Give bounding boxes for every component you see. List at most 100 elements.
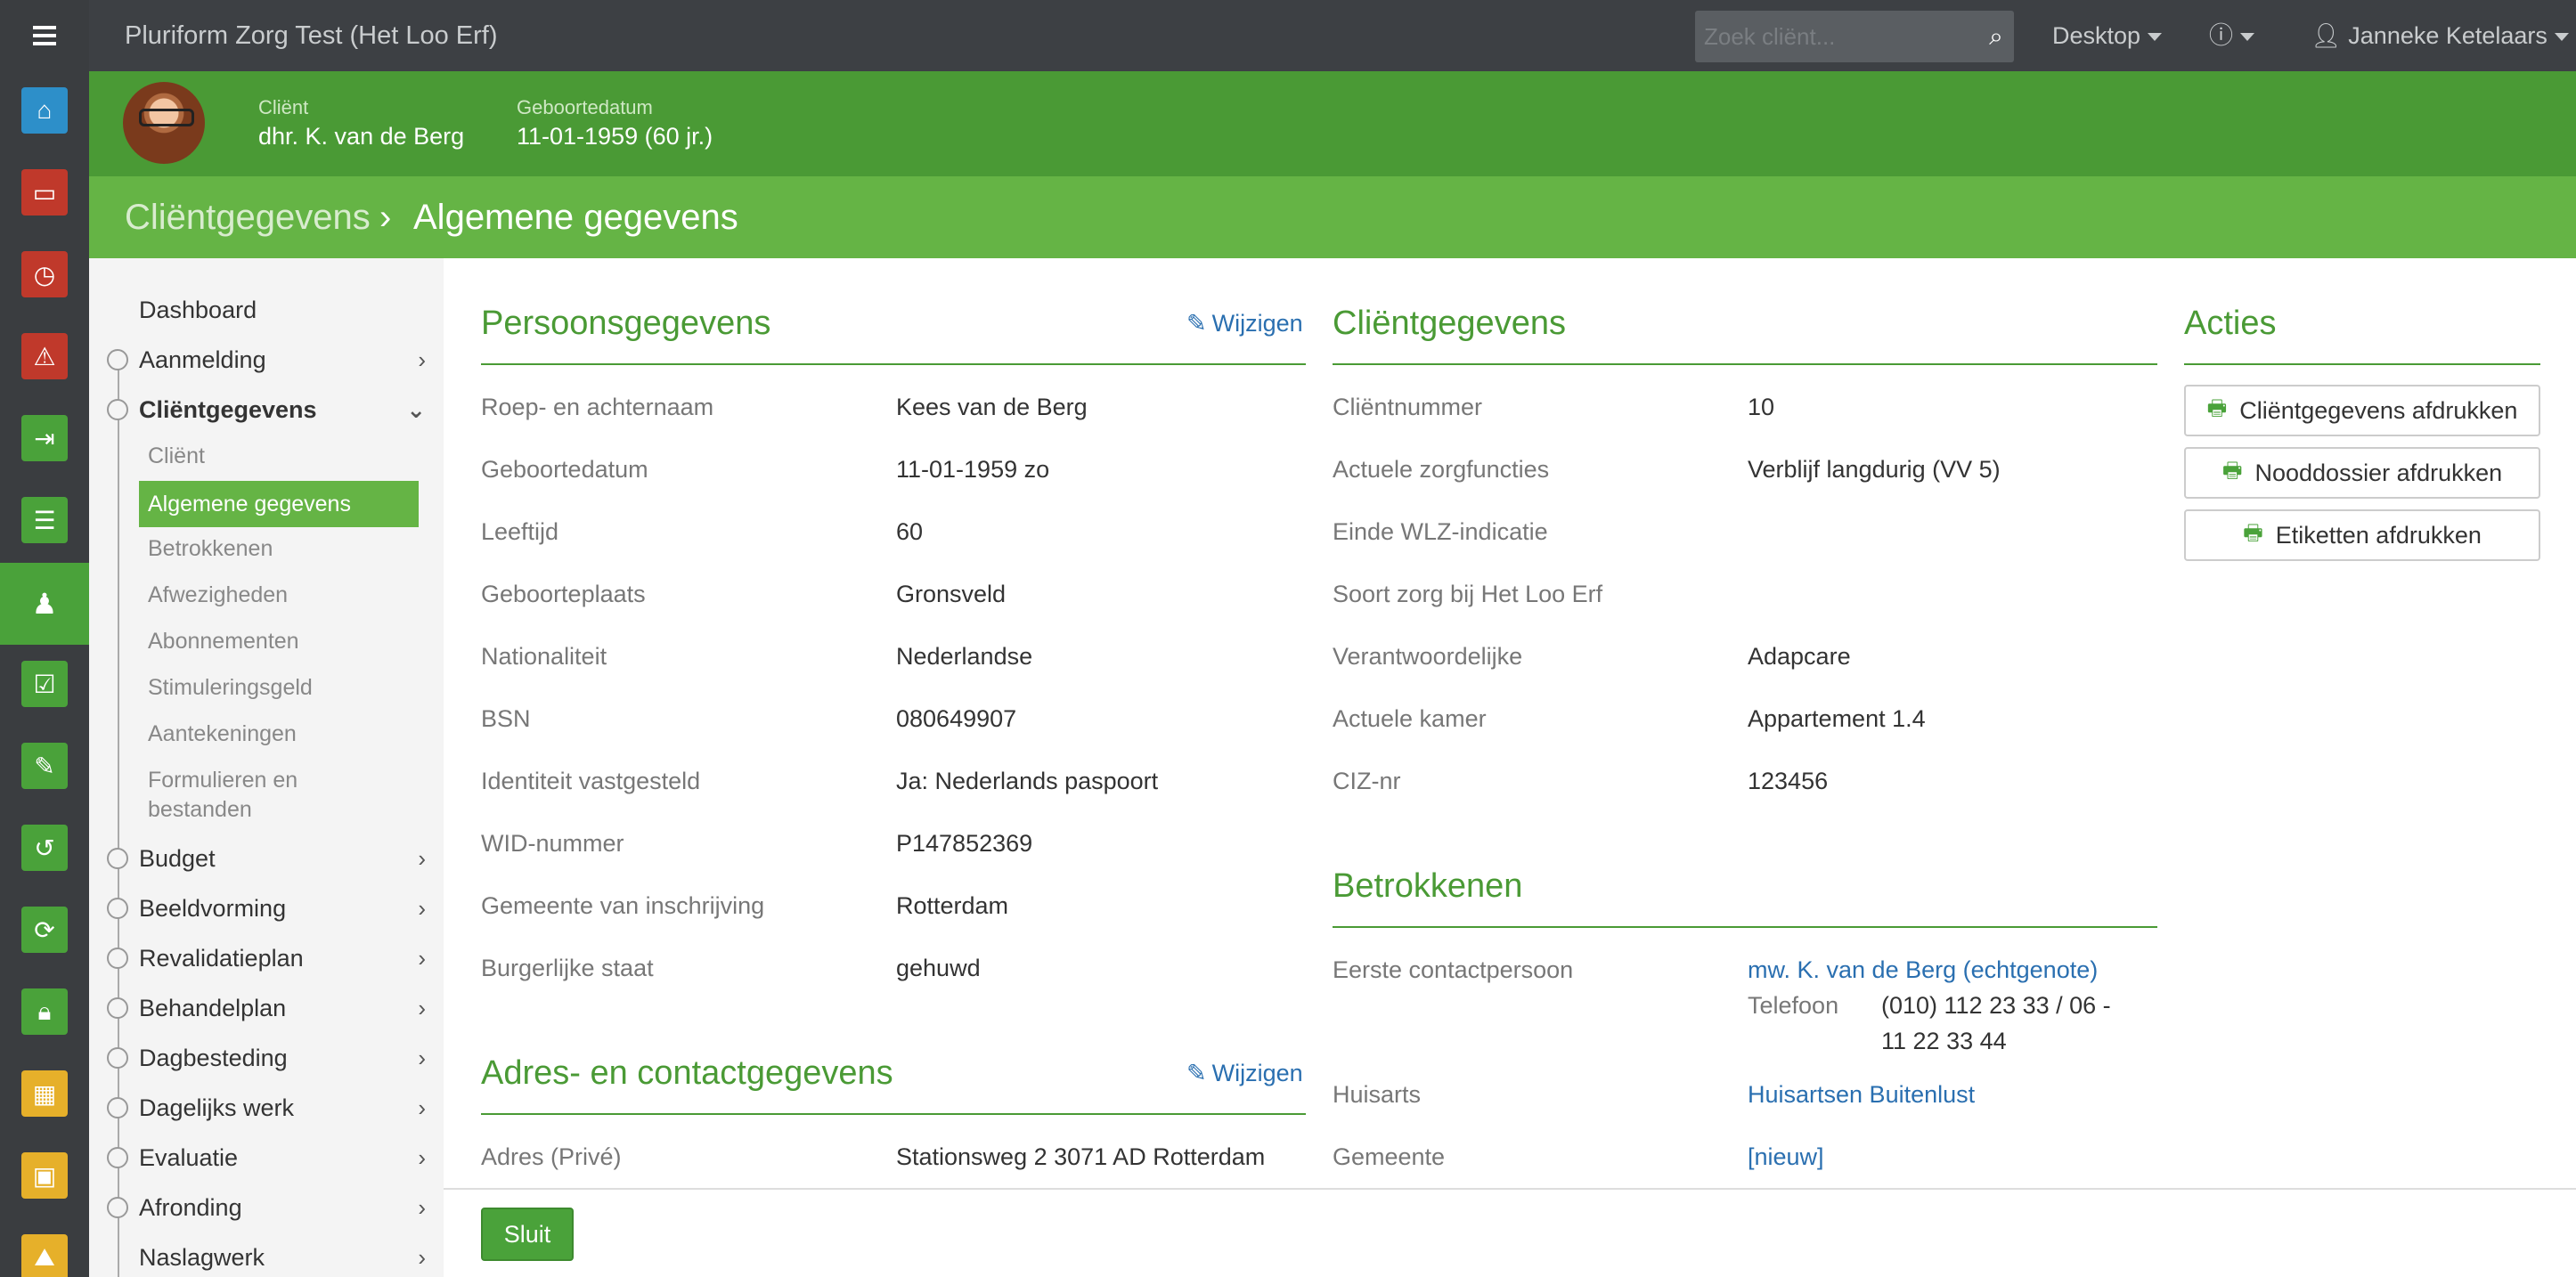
field-label: Leeftijd (481, 518, 559, 545)
client-avatar (123, 82, 205, 164)
calendar-icon[interactable]: ▦ (21, 1070, 68, 1117)
section-divider (481, 1113, 1306, 1115)
footer-bar: Sluit (444, 1188, 2576, 1277)
step-circle-icon (107, 1197, 128, 1218)
sidebar-item-label: Revalidatieplan (139, 945, 304, 972)
search-icon[interactable]: ⌕ (1978, 11, 2014, 62)
client-search-input[interactable] (1695, 11, 1978, 62)
home-icon[interactable]: ⌂ (21, 87, 68, 134)
field-value: Nederlandse (896, 643, 1033, 670)
chevron-right-icon: › (418, 346, 426, 373)
list-icon[interactable]: ☰ (21, 497, 68, 543)
sidebar-item-dagelijks-werk[interactable]: Dagelijks werk › (107, 1083, 433, 1133)
step-circle-icon (107, 349, 128, 370)
close-button[interactable]: Sluit (481, 1208, 574, 1261)
client-label: Cliënt (258, 96, 309, 118)
phone-label: Telefoon (1748, 992, 1839, 1019)
sidebar-item-dagbesteding[interactable]: Dagbesteding › (107, 1033, 433, 1083)
sidebar-item-revalidatieplan[interactable]: Revalidatieplan › (107, 933, 433, 983)
print-labels-button[interactable]: 🖶︎ Etiketten afdrukken (2184, 509, 2540, 561)
field-value: Adapcare (1748, 643, 1851, 670)
sidebar-item-label: Aanmelding (139, 346, 266, 373)
button-label: Cliëntgegevens afdrukken (2239, 396, 2518, 424)
info-menu[interactable]: ⓘ (2209, 0, 2254, 71)
chevron-right-icon: › (418, 995, 426, 1021)
user-menu[interactable]: 👤︎ Janneke Ketelaars (2311, 0, 2569, 71)
field-value: Appartement 1.4 (1748, 705, 1926, 732)
clock-icon[interactable]: ◷ (21, 251, 68, 297)
nav-timeline (118, 358, 119, 1277)
sidebar-item-dashboard[interactable]: Dashboard (139, 285, 433, 335)
huisarts-link[interactable]: Huisartsen Buitenlust (1748, 1081, 1975, 1109)
persoonsgegevens-edit-link[interactable]: ✎ Wijzigen (1186, 310, 1303, 338)
phone-value-line-1: (010) 112 23 33 / 06 - (1881, 992, 2111, 1019)
print-client-data-button[interactable]: 🖶︎ Cliëntgegevens afdrukken (2184, 385, 2540, 436)
sidebar-item-budget[interactable]: Budget › (107, 834, 433, 883)
field-value: Gronsveld (896, 581, 1007, 607)
sign-in-icon[interactable]: ⇥ (21, 415, 68, 461)
sidebar-item-behandelplan[interactable]: Behandelplan › (107, 983, 433, 1033)
sidebar-item-naslagwerk[interactable]: Naslagwerk › (139, 1232, 433, 1277)
field-label: Geboorteplaats (481, 581, 646, 607)
field-label: CIZ-nr (1333, 768, 1401, 794)
briefcase-icon[interactable]: ▣ (21, 1152, 68, 1199)
sidebar-subitem-formulieren[interactable]: Formulieren en bestanden (148, 768, 415, 823)
sidebar-subitem-stimuleringsgeld[interactable]: Stimuleringsgeld (148, 675, 415, 701)
contact-person-link[interactable]: mw. K. van de Berg (echtgenote) (1748, 956, 2098, 984)
sidebar-item-afronding[interactable]: Afronding › (107, 1183, 433, 1232)
field-label: Eerste contactpersoon (1333, 956, 1574, 983)
app-title: Pluriform Zorg Test (Het Loo Erf) (125, 21, 498, 50)
sidebar-subitem-aantekeningen[interactable]: Aantekeningen (148, 721, 415, 747)
hamburger-menu-icon[interactable] (0, 0, 89, 71)
step-circle-icon (107, 1097, 128, 1118)
sidebar-item-aanmelding[interactable]: Aanmelding › (107, 335, 433, 385)
field-label: WID-nummer (481, 830, 624, 857)
sidebar-item-evaluatie[interactable]: Evaluatie › (107, 1133, 433, 1183)
field-label: Gemeente van inschrijving (481, 892, 765, 919)
field-label: BSN (481, 705, 531, 732)
printer-icon: 🖶︎ (2206, 395, 2228, 420)
sidebar-item-clientgegevens[interactable]: Cliëntgegevens ⌄ (107, 385, 433, 435)
field-label: Identiteit vastgesteld (481, 768, 701, 794)
field-value: Ja: Nederlands paspoort (896, 768, 1159, 794)
sidebar-subitem-algemene-gegevens[interactable]: Algemene gegevens (139, 481, 419, 527)
sidebar-item-label: Behandelplan (139, 995, 287, 1021)
sidebar-item-label: Dagelijks werk (139, 1094, 295, 1121)
lock-icon[interactable]: 🔒︎ (21, 988, 68, 1035)
sidebar-subitem-client[interactable]: Cliënt (148, 443, 415, 469)
sidebar-subitem-afwezigheden[interactable]: Afwezigheden (148, 582, 415, 608)
refresh-icon[interactable]: ⟳ (21, 907, 68, 953)
adres-edit-link[interactable]: ✎ Wijzigen (1186, 1060, 1303, 1087)
step-circle-icon (107, 1047, 128, 1069)
field-label: Cliëntnummer (1333, 394, 1483, 420)
sidebar-item-beeldvorming[interactable]: Beeldvorming › (107, 883, 433, 933)
pencil-icon[interactable]: ✎ (21, 743, 68, 789)
chevron-right-icon: › (418, 1045, 426, 1071)
chevron-down-icon (2554, 33, 2569, 42)
field-label: Einde WLZ-indicatie (1333, 518, 1548, 545)
undo-icon[interactable]: ↺ (21, 825, 68, 871)
button-label: Etiketten afdrukken (2275, 521, 2482, 549)
sidebar-item-label: Evaluatie (139, 1144, 239, 1171)
print-emergency-file-button[interactable]: 🖶︎ Nooddossier afdrukken (2184, 447, 2540, 499)
calendar-check-icon[interactable]: ☑ (21, 661, 68, 707)
gemeente-link[interactable]: [nieuw] (1748, 1143, 1824, 1171)
person-icon[interactable]: ♟ (0, 563, 89, 645)
sidebar-subitem-abonnementen[interactable]: Abonnementen (148, 629, 415, 655)
breadcrumb-parent[interactable]: Cliëntgegevens (125, 176, 371, 258)
sidebar-item-label: Beeldvorming (139, 895, 287, 922)
step-circle-icon (107, 848, 128, 869)
field-value: Stationsweg 2 3071 AD Rotterdam (896, 1143, 1266, 1170)
chevron-right-icon: › (418, 1244, 426, 1271)
warning-icon[interactable]: ⚠ (21, 333, 68, 379)
sidebar-subitem-betrokkenen[interactable]: Betrokkenen (148, 536, 415, 562)
chevron-right-icon: › (418, 845, 426, 872)
desktop-menu[interactable]: Desktop (2052, 0, 2163, 71)
pencil-icon: ✎ (1186, 310, 1207, 337)
road-icon[interactable]: ⛰︎ (21, 1234, 68, 1277)
edit-label: Wijzigen (1211, 1060, 1303, 1086)
field-value: P147852369 (896, 830, 1033, 857)
inbox-icon[interactable]: ▭ (21, 169, 68, 216)
step-circle-icon (107, 997, 128, 1019)
step-circle-icon (107, 898, 128, 919)
